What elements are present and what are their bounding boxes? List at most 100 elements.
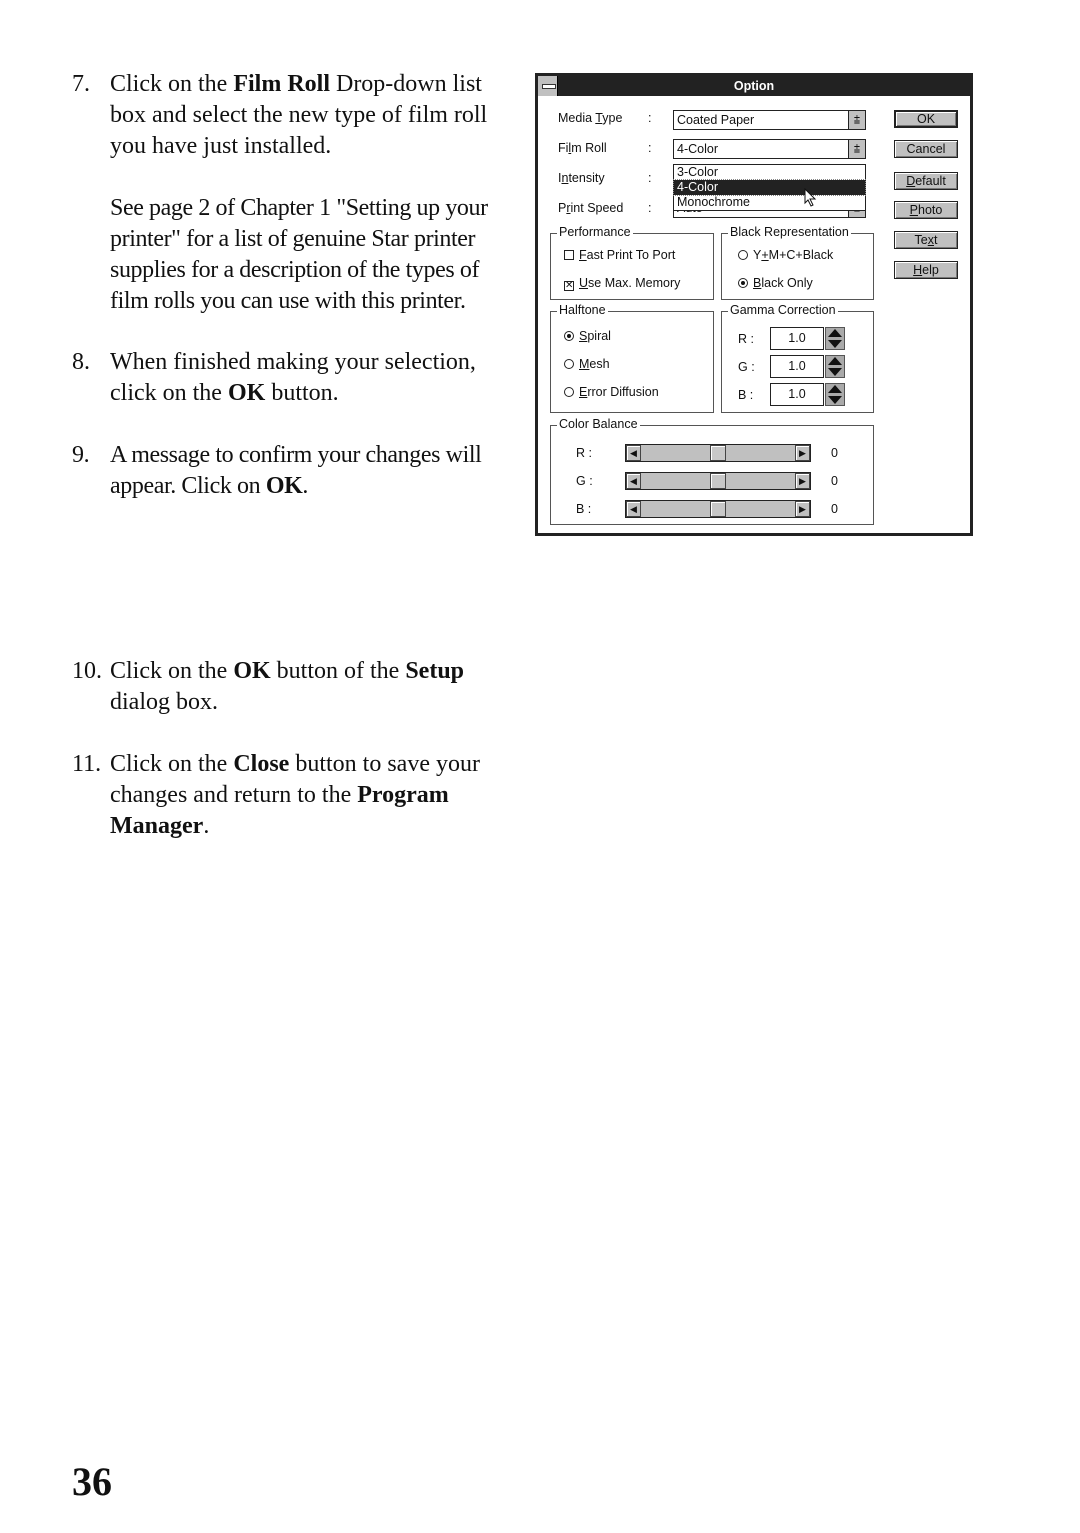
- radio-off-icon[interactable]: [738, 250, 748, 260]
- step-text: A message to confirm your changes will a…: [110, 442, 482, 499]
- film-roll-label: Film Roll: [558, 141, 607, 155]
- spin-up-icon[interactable]: [828, 357, 842, 365]
- arrow-left-icon[interactable]: ◀: [626, 501, 641, 517]
- ymc-black-radio[interactable]: Y+M+C+Black: [738, 248, 833, 262]
- fast-print-checkbox[interactable]: Fast Print To Port: [564, 248, 675, 262]
- color-balance-title: Color Balance: [557, 417, 640, 431]
- film-roll-option-highlighted[interactable]: 4-Color: [673, 179, 866, 196]
- use-max-memory-checkbox[interactable]: ✕ Use Max. Memory: [564, 276, 680, 291]
- ok-button[interactable]: OK: [894, 110, 958, 128]
- performance-group: Performance Fast Print To Port ✕ Use Max.…: [550, 225, 714, 300]
- slider-thumb[interactable]: [710, 501, 726, 517]
- film-roll-option[interactable]: Monochrome: [674, 195, 865, 210]
- dropdown-arrow-icon[interactable]: ⩲: [848, 111, 865, 129]
- media-type-dropdown[interactable]: Coated Paper ⩲: [673, 110, 866, 130]
- spin-down-icon[interactable]: [828, 368, 842, 376]
- checkbox-unchecked-icon[interactable]: [564, 250, 574, 260]
- balance-b-value: 0: [831, 502, 838, 516]
- help-button[interactable]: Help: [894, 261, 958, 279]
- step-8: 8. When finished making your selection, …: [72, 347, 522, 409]
- step-10: 10. Click on the OK button of the Setup …: [72, 656, 522, 718]
- radio-off-icon[interactable]: [564, 359, 574, 369]
- print-speed-label: Print Speed: [558, 201, 624, 215]
- arrow-right-icon[interactable]: ▶: [795, 473, 810, 489]
- step-number: 10.: [72, 658, 102, 684]
- arrow-right-icon[interactable]: ▶: [795, 445, 810, 461]
- film-roll-value: 4-Color: [677, 142, 718, 156]
- color-balance-group: Color Balance R : ◀ ▶ 0 G : ◀ ▶ 0 B : ◀ …: [550, 417, 874, 525]
- radio-on-icon[interactable]: [738, 278, 748, 288]
- mouse-cursor-icon: [804, 188, 817, 207]
- checkbox-checked-icon[interactable]: ✕: [564, 281, 574, 291]
- intensity-label: Intensity: [558, 171, 605, 185]
- gamma-correction-group: Gamma Correction R : 1.0 G : 1.0 B : 1.0: [721, 303, 874, 413]
- balance-r-slider[interactable]: ◀ ▶: [625, 444, 811, 462]
- step-text: Click on the Close button to save your c…: [110, 751, 480, 839]
- slider-thumb[interactable]: [710, 473, 726, 489]
- page-number: 36: [72, 1459, 112, 1504]
- mesh-radio[interactable]: Mesh: [564, 357, 610, 371]
- black-representation-title: Black Representation: [728, 225, 851, 239]
- intensity-colon: :: [648, 171, 652, 185]
- balance-b-slider[interactable]: ◀ ▶: [625, 500, 811, 518]
- spin-up-icon[interactable]: [828, 329, 842, 337]
- film-roll-colon: :: [648, 141, 652, 155]
- gamma-b-spinner[interactable]: [825, 383, 845, 406]
- dialog-title: Option: [733, 79, 775, 93]
- film-roll-dropdown[interactable]: 4-Color ⩲: [673, 139, 866, 159]
- gamma-b-input[interactable]: 1.0: [770, 383, 824, 406]
- step-text: When finished making your selection, cli…: [110, 349, 476, 406]
- media-type-label: Media Type: [558, 111, 623, 125]
- gamma-r-spinner[interactable]: [825, 327, 845, 350]
- print-speed-colon: :: [648, 201, 652, 215]
- step-number: 11.: [72, 751, 102, 777]
- balance-g-label: G :: [576, 474, 593, 488]
- performance-title: Performance: [557, 225, 633, 239]
- balance-g-value: 0: [831, 474, 838, 488]
- gamma-r-input[interactable]: 1.0: [770, 327, 824, 350]
- photo-button[interactable]: Photo: [894, 201, 958, 219]
- halftone-title: Halftone: [557, 303, 608, 317]
- black-representation-group: Black Representation Y+M+C+Black Black O…: [721, 225, 874, 300]
- text-button[interactable]: Text: [894, 231, 958, 249]
- arrow-right-icon[interactable]: ▶: [795, 501, 810, 517]
- radio-on-icon[interactable]: [564, 331, 574, 341]
- step-number: 8.: [72, 349, 90, 375]
- balance-r-label: R :: [576, 446, 592, 460]
- radio-off-icon[interactable]: [564, 387, 574, 397]
- step-note: See page 2 of Chapter 1 "Setting up your…: [110, 195, 488, 314]
- slider-thumb[interactable]: [710, 445, 726, 461]
- title-bar: Option: [538, 76, 970, 96]
- spin-down-icon[interactable]: [828, 340, 842, 348]
- step-number: 9.: [72, 442, 90, 468]
- halftone-group: Halftone Spiral Mesh Error Diffusion: [550, 303, 714, 413]
- step-text: Click on the Film Roll Drop-down list bo…: [110, 71, 488, 159]
- error-diffusion-radio[interactable]: Error Diffusion: [564, 385, 659, 399]
- step-number: 7.: [72, 71, 90, 97]
- default-button[interactable]: Default: [894, 172, 958, 190]
- gamma-g-spinner[interactable]: [825, 355, 845, 378]
- balance-g-slider[interactable]: ◀ ▶: [625, 472, 811, 490]
- step-text: Click on the OK button of the Setup dial…: [110, 658, 465, 715]
- media-type-value: Coated Paper: [677, 113, 755, 127]
- cancel-button[interactable]: Cancel: [894, 140, 958, 158]
- gamma-b-label: B :: [738, 388, 754, 402]
- film-roll-option[interactable]: 3-Color: [674, 165, 865, 180]
- film-roll-options-list: 3-Color 4-Color Monochrome: [673, 164, 866, 211]
- spin-up-icon[interactable]: [828, 385, 842, 393]
- spiral-radio[interactable]: Spiral: [564, 329, 611, 343]
- media-type-colon: :: [648, 111, 652, 125]
- system-menu-icon[interactable]: [538, 76, 558, 96]
- option-dialog: Option Media Type : Coated Paper ⩲ Film …: [535, 73, 973, 536]
- dropdown-arrow-icon[interactable]: ⩲: [848, 140, 865, 158]
- balance-r-value: 0: [831, 446, 838, 460]
- arrow-left-icon[interactable]: ◀: [626, 445, 641, 461]
- gamma-g-input[interactable]: 1.0: [770, 355, 824, 378]
- gamma-r-label: R :: [738, 332, 754, 346]
- arrow-left-icon[interactable]: ◀: [626, 473, 641, 489]
- black-only-radio[interactable]: Black Only: [738, 276, 813, 290]
- gamma-g-label: G :: [738, 360, 755, 374]
- gamma-correction-title: Gamma Correction: [728, 303, 838, 317]
- step-11: 11. Click on the Close button to save yo…: [72, 749, 522, 842]
- spin-down-icon[interactable]: [828, 396, 842, 404]
